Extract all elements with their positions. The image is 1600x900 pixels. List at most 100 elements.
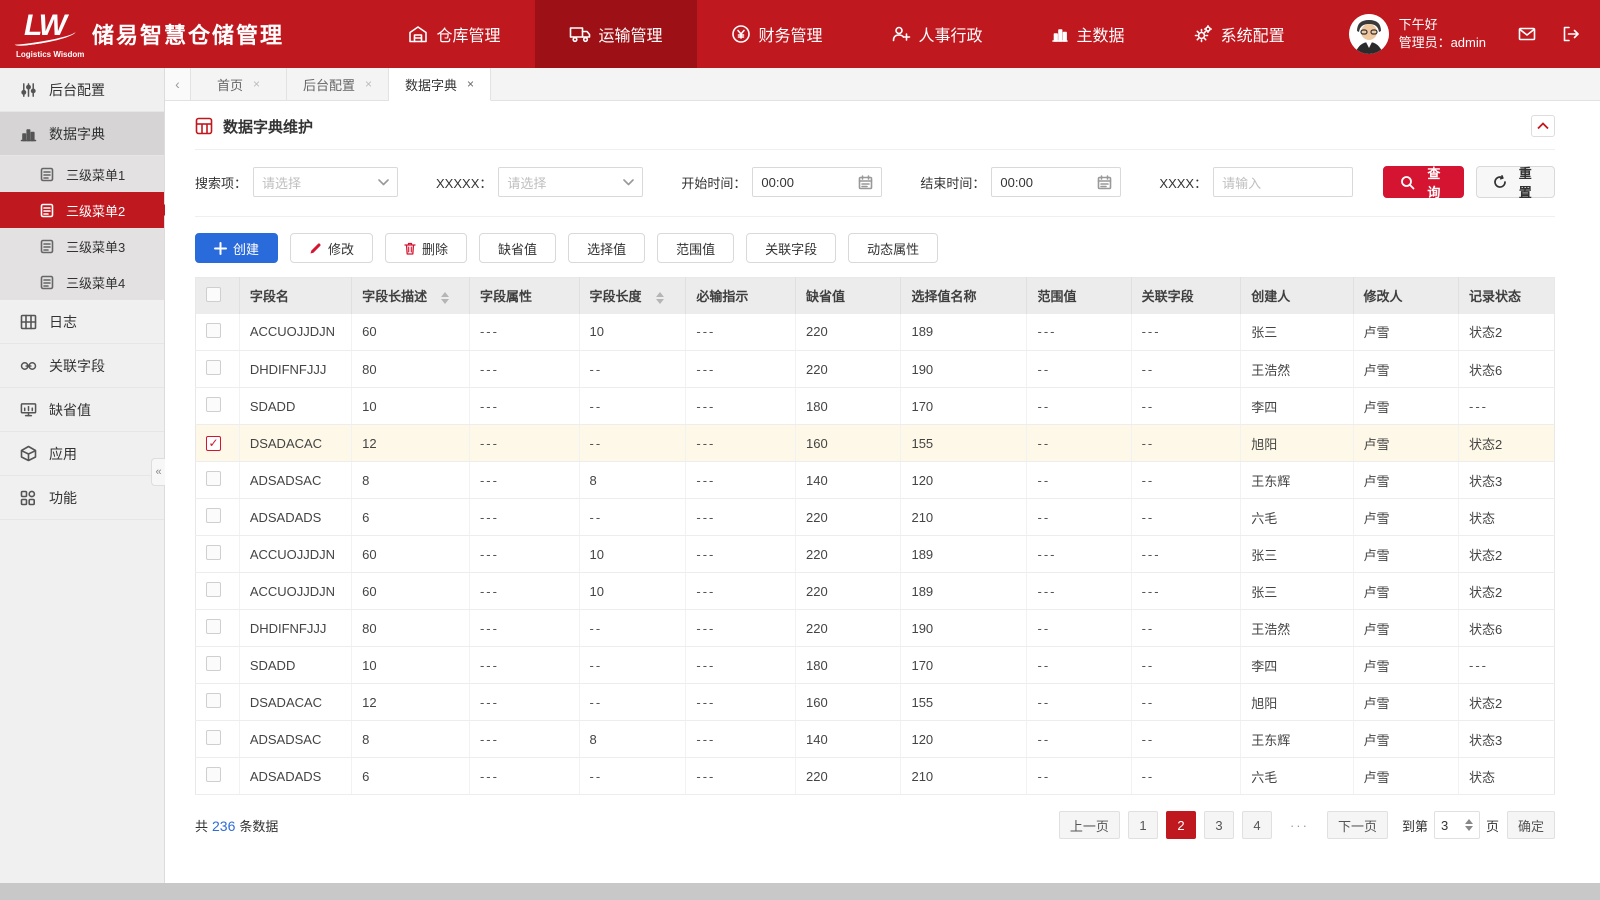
page-button-2[interactable]: 2 xyxy=(1165,811,1196,839)
sidebar-item-三级菜单1[interactable]: 三级菜单1 xyxy=(0,156,164,192)
page-button-4[interactable]: 4 xyxy=(1241,811,1272,839)
goto-page-input[interactable]: 3 xyxy=(1433,811,1480,839)
nav-item-1[interactable]: 仓库管理 xyxy=(374,0,534,68)
column-header-字段长描述[interactable]: 字段长描述 xyxy=(351,277,470,314)
filter-input-5[interactable]: 请输入 xyxy=(1213,167,1354,197)
sidebar-item-三级菜单2[interactable]: 三级菜单2 xyxy=(0,192,170,228)
row-checkbox[interactable] xyxy=(206,360,221,375)
column-header-字段长度[interactable]: 字段长度 xyxy=(579,277,687,314)
close-icon[interactable]: × xyxy=(365,77,372,91)
sidebar-item-三级菜单3[interactable]: 三级菜单3 xyxy=(0,228,164,264)
sidebar-item-三级菜单4[interactable]: 三级菜单4 xyxy=(0,264,164,300)
hr-icon xyxy=(891,25,911,43)
confirm-button[interactable]: 确定 xyxy=(1506,811,1555,839)
row-checkbox[interactable] xyxy=(206,471,221,486)
row-checkbox[interactable] xyxy=(206,730,221,745)
page-ellipsis[interactable]: ··· xyxy=(1280,811,1319,839)
nav-item-2[interactable]: 运输管理 xyxy=(534,0,697,68)
缺省值-button[interactable]: 缺省值 xyxy=(479,233,557,263)
close-icon[interactable]: × xyxy=(467,77,474,91)
table-cell: 80 xyxy=(351,350,470,388)
tab-后台配置[interactable]: 后台配置 × xyxy=(287,68,390,100)
table-cell: 220 xyxy=(795,350,902,388)
row-checkbox[interactable] xyxy=(206,619,221,634)
table-row: DHDIFNFJJJ 80 --- -- --- 220 190 -- -- 王浩然 卢雪 状态6 xyxy=(195,609,1555,647)
关联字段-button[interactable]: 关联字段 xyxy=(746,233,837,263)
table-cell: 189 xyxy=(900,572,1028,610)
table-cell: 状态6 xyxy=(1458,609,1555,647)
nav-item-5[interactable]: 主数据 xyxy=(1017,0,1159,68)
创建-button[interactable]: 创建 xyxy=(195,233,279,263)
filter-select-2[interactable]: 请选择 xyxy=(498,167,644,197)
select-all-checkbox[interactable] xyxy=(206,286,221,302)
filter-select-1[interactable]: 请选择 xyxy=(253,167,399,197)
sidebar-item-缺省值[interactable]: 缺省值 xyxy=(0,388,164,432)
table-cell: -- xyxy=(1026,683,1132,721)
table-cell: 170 xyxy=(900,387,1028,425)
table-row: ADSADSAC 8 --- 8 --- 140 120 -- -- 王东辉 卢雪 状态3 xyxy=(195,720,1555,758)
sidebar-item-label: 三级菜单4 xyxy=(66,275,126,291)
table-cell: --- xyxy=(469,535,580,573)
calendar-icon xyxy=(1097,174,1112,190)
row-checkbox[interactable] xyxy=(206,582,221,597)
close-icon[interactable]: × xyxy=(253,77,260,91)
page-stepper[interactable] xyxy=(1464,819,1473,831)
sidebar-item-应用[interactable]: 应用 xyxy=(0,432,164,476)
tab-数据字典[interactable]: 数据字典 × xyxy=(389,68,492,101)
nav-item-6[interactable]: 系统配置 xyxy=(1159,0,1319,68)
选择值-button[interactable]: 选择值 xyxy=(568,233,646,263)
sidebar-item-关联字段[interactable]: 关联字段 xyxy=(0,344,164,388)
table-cell: 80 xyxy=(351,609,470,647)
query-button[interactable]: 查询 xyxy=(1383,166,1464,200)
sidebar-item-后台配置[interactable]: 后台配置 xyxy=(0,68,164,112)
table-cell: -- xyxy=(1026,498,1132,536)
page-button-3[interactable]: 3 xyxy=(1203,811,1234,839)
filter-time-3[interactable]: 00:00 xyxy=(752,167,883,197)
filter-time-4[interactable]: 00:00 xyxy=(991,167,1122,197)
mail-button[interactable] xyxy=(1512,19,1542,49)
sidebar-item-数据字典[interactable]: 数据字典 xyxy=(0,112,164,156)
prev-page-button[interactable]: 上一页 xyxy=(1058,811,1120,839)
reset-button[interactable]: 重置 xyxy=(1475,166,1555,200)
logout-button[interactable] xyxy=(1556,19,1586,49)
sidebar-collapse-handle[interactable]: « xyxy=(151,458,165,486)
chevron-up-icon xyxy=(1537,122,1549,130)
范围值-button[interactable]: 范围值 xyxy=(657,233,735,263)
sidebar-item-日志[interactable]: 日志 xyxy=(0,300,164,344)
row-checkbox[interactable] xyxy=(206,693,221,708)
main-content: 数据字典维护 搜索项： 请选择 XXXXX： 请选择 开始时间： 00:00 结束时间： 00… xyxy=(165,101,1600,883)
row-checkbox[interactable] xyxy=(206,508,221,523)
nav-item-label: 人事行政 xyxy=(918,28,983,45)
tab-scroll-left-icon[interactable]: ‹ xyxy=(165,68,191,100)
row-checkbox[interactable] xyxy=(206,656,221,671)
mail-icon xyxy=(1518,27,1536,41)
sidebar-item-label: 日志 xyxy=(49,313,77,330)
table-cell: --- xyxy=(685,350,796,388)
row-checkbox[interactable] xyxy=(206,322,221,338)
sidebar-item-功能[interactable]: 功能 xyxy=(0,476,164,520)
sort-icon[interactable] xyxy=(441,291,450,304)
row-checkbox[interactable]: ✓ xyxy=(206,435,221,451)
page-button-1[interactable]: 1 xyxy=(1127,811,1158,839)
next-page-button[interactable]: 下一页 xyxy=(1326,811,1388,839)
row-checkbox[interactable] xyxy=(206,545,221,560)
sort-icon[interactable] xyxy=(655,291,664,304)
table-cell: -- xyxy=(579,683,687,721)
nav-item-4[interactable]: 人事行政 xyxy=(857,0,1017,68)
删除-button[interactable]: 删除 xyxy=(385,233,468,263)
table-cell: 张三 xyxy=(1240,572,1354,610)
user-box: 下午好 管理员：admin xyxy=(1348,0,1600,68)
row-checkbox[interactable] xyxy=(206,397,221,412)
panel-collapse-button[interactable] xyxy=(1531,115,1555,137)
tab-首页[interactable]: 首页 × xyxy=(191,68,287,100)
components-icon xyxy=(20,490,37,506)
table-cell: 220 xyxy=(795,609,902,647)
row-checkbox[interactable] xyxy=(206,767,221,782)
tab-bar: ‹ 首页 × 后台配置 × 数据字典 × xyxy=(165,68,1600,101)
toolbar-button-label: 删除 xyxy=(422,241,449,257)
nav-item-3[interactable]: 财务管理 xyxy=(697,0,857,68)
avatar[interactable] xyxy=(1348,14,1389,54)
table-cell: 220 xyxy=(795,572,902,610)
动态属性-button[interactable]: 动态属性 xyxy=(848,233,939,263)
修改-button[interactable]: 修改 xyxy=(290,233,374,263)
